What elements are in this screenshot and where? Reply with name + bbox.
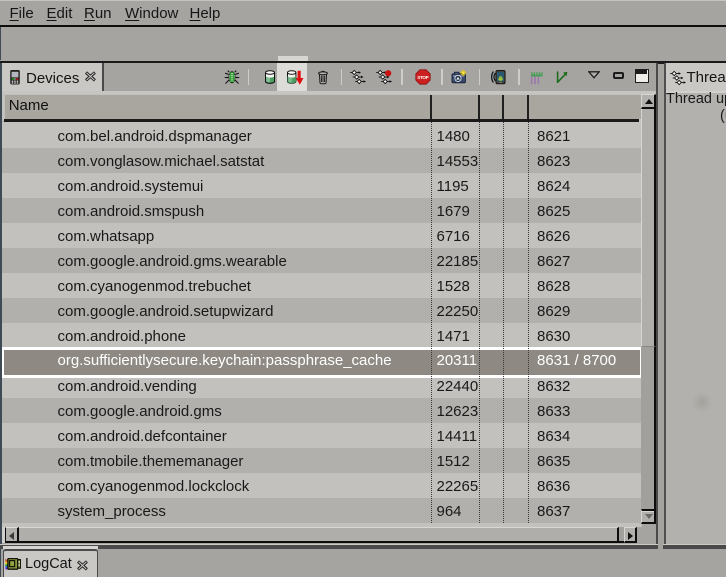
svg-text:STOP: STOP [417, 75, 429, 80]
